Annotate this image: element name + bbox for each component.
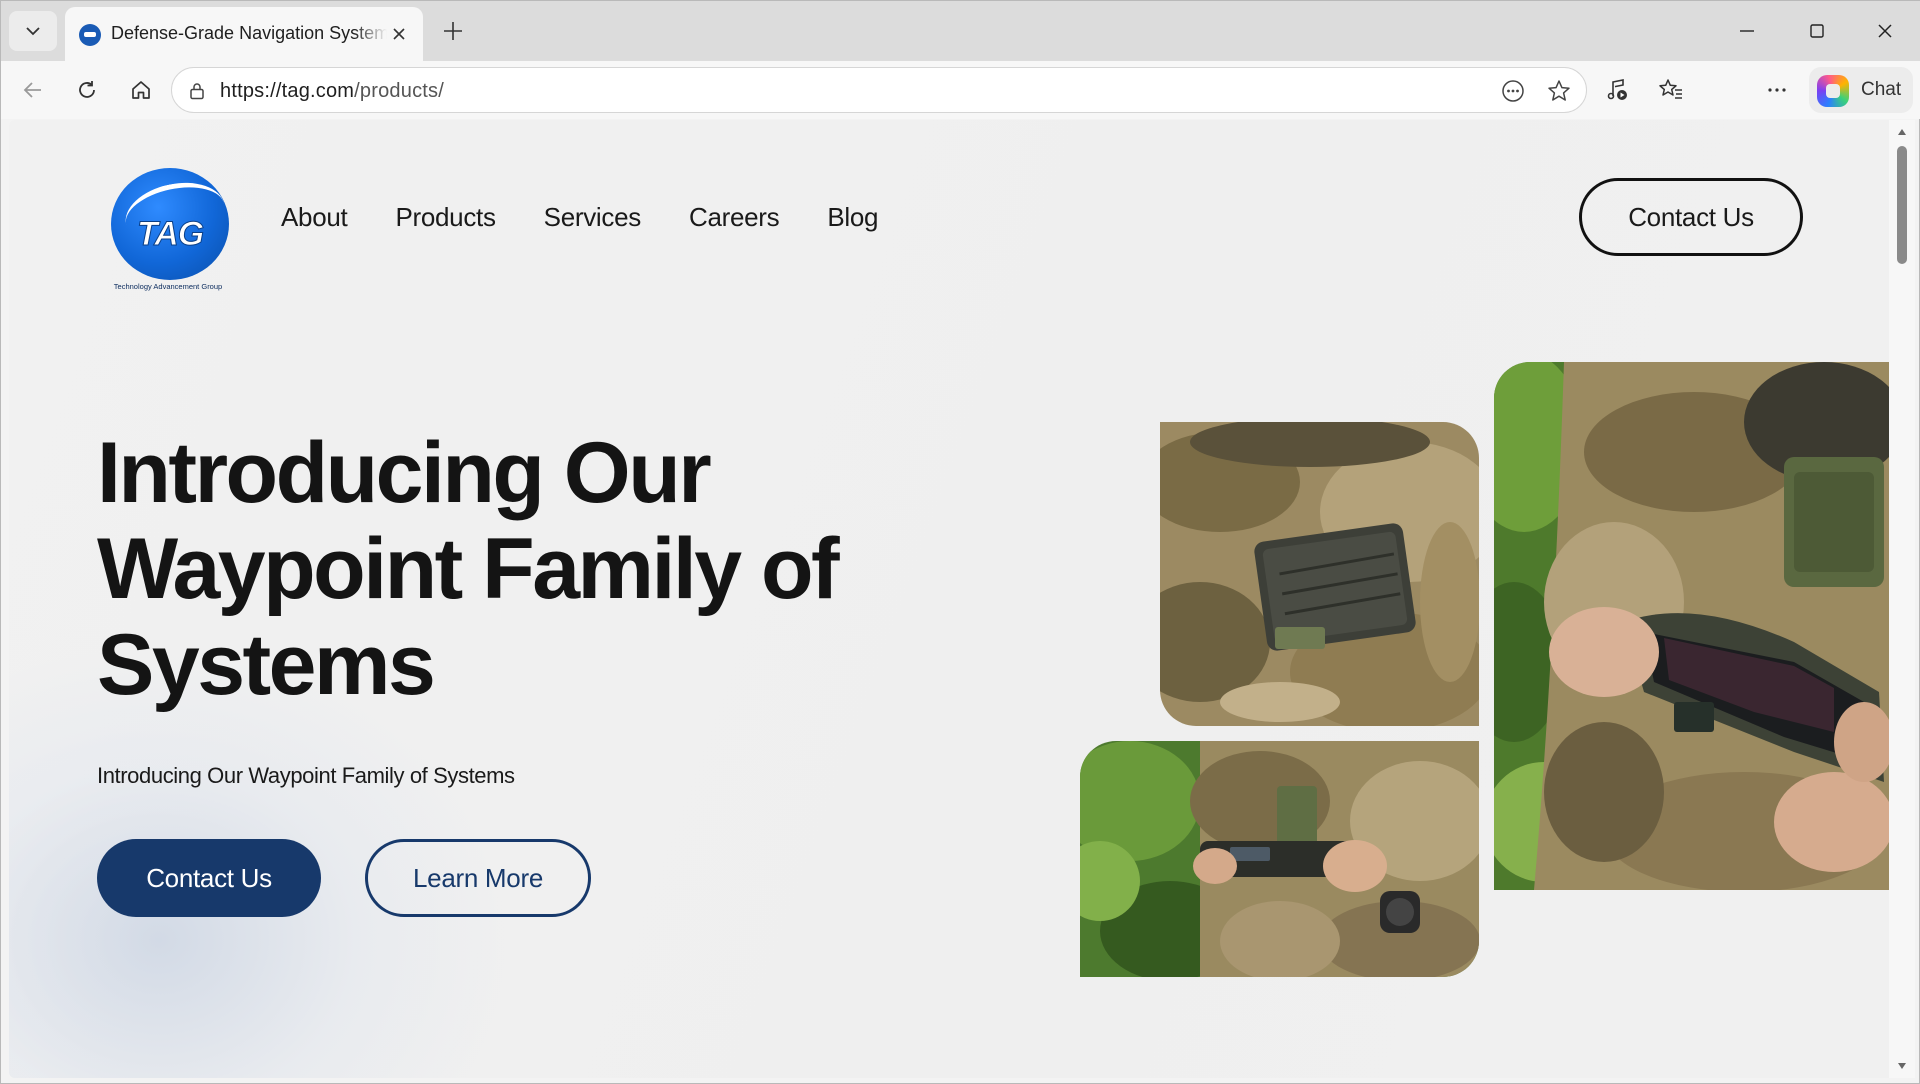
tab-close-button[interactable] — [387, 22, 411, 46]
back-icon — [23, 82, 41, 98]
page-scrollbar[interactable] — [1889, 120, 1915, 1078]
media-icon — [1607, 79, 1627, 100]
nav-services[interactable]: Services — [544, 202, 642, 233]
plus-icon — [444, 22, 462, 40]
close-window-icon — [1878, 24, 1892, 38]
tab-list-icon — [26, 27, 40, 36]
reader-mode-button[interactable] — [1498, 76, 1528, 106]
favorite-star-icon — [1548, 80, 1570, 101]
url-path: /products/ — [354, 80, 444, 102]
refresh-button[interactable] — [67, 70, 107, 110]
refresh-icon — [79, 81, 95, 98]
tab-favicon — [79, 24, 101, 46]
nav-blog[interactable]: Blog — [827, 202, 878, 233]
more-icon — [1768, 88, 1786, 92]
product-photo-handheld — [1080, 741, 1479, 977]
hero-contact-button[interactable]: Contact Us — [97, 839, 321, 917]
nav-about[interactable]: About — [281, 202, 348, 233]
site-logo[interactable]: TAG Technology Advancement Group — [103, 168, 233, 298]
new-tab-button[interactable] — [433, 13, 473, 49]
add-favorite-button[interactable] — [1544, 76, 1574, 106]
url-host: https://tag.com — [220, 80, 355, 102]
lock-icon — [190, 83, 204, 100]
url-text[interactable]: https://tag.com/products/ — [220, 80, 444, 103]
logo-wordmark: TAG — [136, 215, 204, 254]
nav-careers[interactable]: Careers — [689, 202, 780, 233]
close-window-button[interactable] — [1857, 9, 1913, 53]
header-contact-button[interactable]: Contact Us — [1579, 178, 1803, 256]
product-photo-closeup — [1494, 362, 1889, 890]
page-viewport: TAG Technology Advancement Group About P… — [9, 120, 1889, 1078]
media-control-button[interactable] — [1597, 70, 1637, 110]
main-nav: About Products Services Careers Blog — [281, 202, 878, 233]
close-icon — [393, 28, 405, 40]
browser-toolbar: https://tag.com/products/ Chat — [1, 61, 1920, 119]
hero-title: Introducing Our Waypoint Family of Syste… — [97, 425, 897, 713]
scroll-up-icon — [1898, 129, 1906, 135]
tab-title: Defense-Grade Navigation Systems | TAG — [111, 23, 387, 43]
favorites-list-icon — [1659, 79, 1682, 99]
scroll-down-icon — [1898, 1063, 1906, 1069]
active-tab[interactable]: Defense-Grade Navigation Systems | TAG — [65, 7, 423, 61]
back-button[interactable] — [13, 70, 53, 110]
reader-icon — [1502, 80, 1524, 102]
copilot-icon — [1817, 75, 1849, 107]
site-info-button[interactable] — [186, 80, 208, 102]
hero-title-line-2: Waypoint Family of — [97, 521, 840, 617]
scroll-thumb[interactable] — [1897, 146, 1907, 264]
copilot-chat-button[interactable]: Chat — [1809, 67, 1913, 113]
settings-more-button[interactable] — [1757, 70, 1797, 110]
maximize-icon — [1810, 24, 1824, 38]
hero-learn-more-button[interactable]: Learn More — [365, 839, 591, 917]
scroll-down-button[interactable] — [1894, 1058, 1910, 1074]
hero-title-line-3: Systems — [97, 617, 436, 713]
copilot-label: Chat — [1861, 79, 1902, 100]
logo-tagline: Technology Advancement Group — [113, 282, 223, 291]
tab-strip: Defense-Grade Navigation Systems | TAG — [1, 1, 1920, 61]
home-icon — [132, 81, 150, 99]
tab-list-button[interactable] — [9, 11, 57, 51]
home-button[interactable] — [121, 70, 161, 110]
minimize-icon — [1740, 30, 1754, 32]
scroll-up-button[interactable] — [1894, 124, 1910, 140]
nav-products[interactable]: Products — [395, 202, 496, 233]
hero-title-line-1: Introducing Our — [97, 425, 712, 521]
maximize-button[interactable] — [1789, 9, 1845, 53]
browser-window: Defense-Grade Navigation Systems | TAG — [0, 0, 1920, 1084]
minimize-button[interactable] — [1719, 9, 1775, 53]
hero-subtitle: Introducing Our Waypoint Family of Syste… — [97, 763, 515, 788]
product-photo-chest-mount — [1160, 422, 1479, 726]
favorites-button[interactable] — [1651, 70, 1691, 110]
address-bar[interactable]: https://tag.com/products/ — [171, 67, 1587, 113]
